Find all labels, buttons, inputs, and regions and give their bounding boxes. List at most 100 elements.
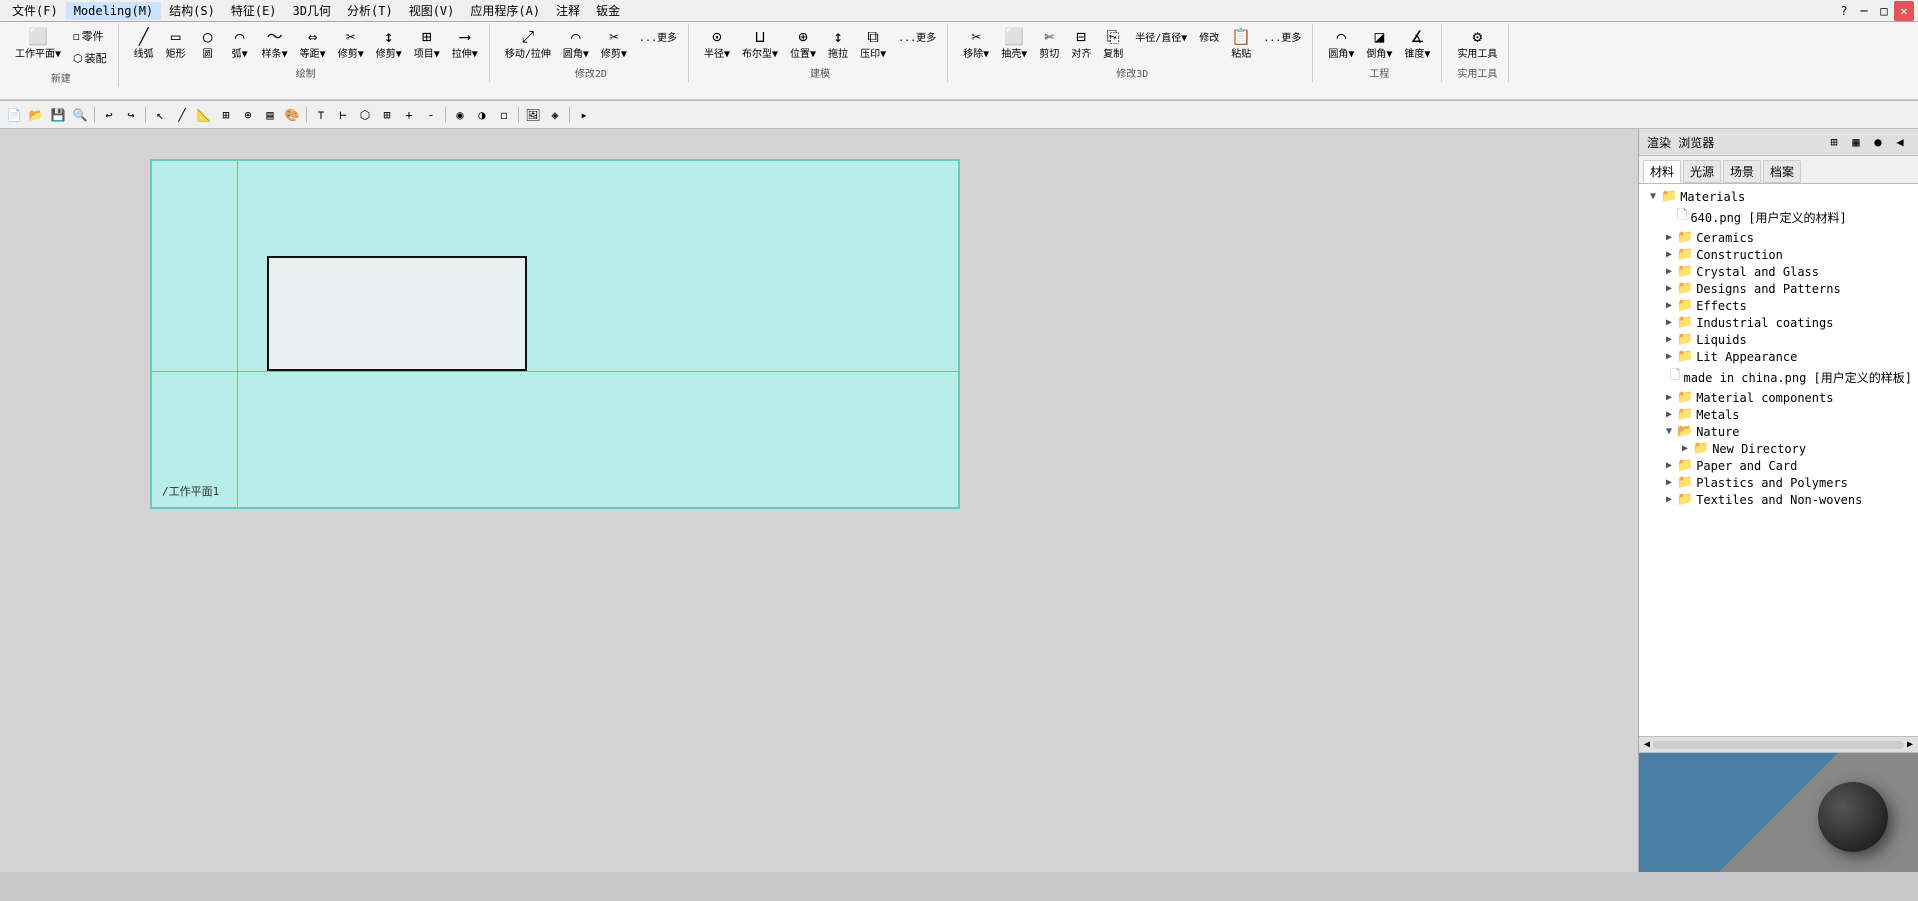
btn-view-front[interactable]: ⊢ [333, 105, 353, 125]
toggle-metals[interactable]: ▶ [1661, 409, 1677, 420]
btn-fillet3d[interactable]: ⌒ 圆角▼ [1323, 26, 1359, 63]
toggle-papercard[interactable]: ▶ [1661, 460, 1677, 471]
btn-radius[interactable]: ⊙ 半径▼ [699, 26, 735, 63]
menu-structure[interactable]: 结构(S) [161, 0, 223, 21]
toggle-ceramics[interactable]: ▶ [1661, 232, 1677, 243]
tree-item-nature[interactable]: ▼ 📂 Nature [1659, 423, 1914, 440]
menu-sheetmetal[interactable]: 钣金 [588, 0, 628, 21]
btn-render[interactable]: 🖼 [523, 105, 543, 125]
tab-scene[interactable]: 场景 [1723, 160, 1761, 183]
tree-item-designs[interactable]: ▶ 📁 Designs and Patterns [1659, 280, 1914, 297]
btn-more2d[interactable]: ...更多 [634, 26, 682, 63]
btn-arc[interactable]: ⌒ 弧▼ [225, 26, 255, 63]
tree-item-ceramics[interactable]: ▶ 📁 Ceramics [1659, 229, 1914, 246]
menu-file[interactable]: 文件(F) [4, 0, 66, 21]
btn-workplane[interactable]: ⬜ 工作平面▼ [10, 26, 66, 68]
btn-utils[interactable]: ⚙ 实用工具 [1452, 26, 1502, 63]
panel-sphere-icon[interactable]: ● [1868, 132, 1888, 152]
btn-chamfer[interactable]: ◪ 倒角▼ [1361, 26, 1397, 63]
tree-item-litappearance[interactable]: ▶ 📁 Lit Appearance [1659, 348, 1914, 365]
btn-assembly[interactable]: ⬡ 装配 [68, 48, 112, 68]
btn-measure[interactable]: 📐 [194, 105, 214, 125]
btn-remove[interactable]: ✂ 移除▼ [958, 26, 994, 63]
menu-app[interactable]: 应用程序(A) [462, 0, 548, 21]
tab-material[interactable]: 材料 [1643, 160, 1681, 183]
toggle-plastics[interactable]: ▶ [1661, 477, 1677, 488]
btn-imprint[interactable]: ⧉ 压印▼ [855, 26, 891, 63]
btn-zoom-fit[interactable]: ⊞ [377, 105, 397, 125]
toggle-litappearance[interactable]: ▶ [1661, 351, 1677, 362]
toggle-construction[interactable]: ▶ [1661, 249, 1677, 260]
tree-item-640png[interactable]: 🗋 640.png [用户定义的材料] [1659, 205, 1914, 229]
tree-item-newdirectory[interactable]: ▶ 📁 New Directory [1675, 440, 1914, 457]
menu-analysis[interactable]: 分析(T) [339, 0, 401, 21]
btn-more3d[interactable]: ...更多 [1258, 26, 1306, 63]
viewport[interactable]: /工作平面1 [0, 129, 1638, 872]
btn-spline[interactable]: 〜 样条▼ [257, 26, 293, 63]
btn-draft[interactable]: ∡ 锥度▼ [1399, 26, 1435, 63]
tree-item-metals[interactable]: ▶ 📁 Metals [1659, 406, 1914, 423]
panel-render-icon[interactable]: ▦ [1846, 132, 1866, 152]
btn-line[interactable]: ╱ [172, 105, 192, 125]
btn-trim2d[interactable]: ✂ 修剪▼ [596, 26, 632, 63]
tree-item-crystal[interactable]: ▶ 📁 Crystal and Glass [1659, 263, 1914, 280]
window-minimize[interactable]: ─ [1854, 1, 1874, 21]
toggle-designs[interactable]: ▶ [1661, 283, 1677, 294]
btn-snap[interactable]: ⊕ [238, 105, 258, 125]
btn-trim1[interactable]: ✂ 修剪▼ [333, 26, 369, 63]
menu-3d[interactable]: 3D几何 [285, 0, 339, 21]
tree-toggle-root[interactable]: ▼ [1645, 191, 1661, 202]
btn-constraint[interactable]: ⊞ [216, 105, 236, 125]
btn-halfradius[interactable]: 半径/直径▼ [1130, 26, 1192, 63]
btn-print-preview[interactable]: 🔍 [70, 105, 90, 125]
btn-paste[interactable]: 📋 粘贴 [1226, 26, 1256, 63]
btn-circle[interactable]: ○ 圆 [193, 26, 223, 63]
tab-light[interactable]: 光源 [1683, 160, 1721, 183]
toggle-crystal[interactable]: ▶ [1661, 266, 1677, 277]
toggle-effects[interactable]: ▶ [1661, 300, 1677, 311]
btn-material[interactable]: ◈ [545, 105, 565, 125]
btn-zoom-out[interactable]: - [421, 105, 441, 125]
btn-layer[interactable]: ▤ [260, 105, 280, 125]
btn-project[interactable]: ⊞ 项目▼ [409, 26, 445, 63]
btn-copy3d[interactable]: ⎘ 复制 [1098, 26, 1128, 63]
panel-grid-icon[interactable]: ⊞ [1824, 132, 1844, 152]
tree-item-plastics[interactable]: ▶ 📁 Plastics and Polymers [1659, 474, 1914, 491]
scroll-left-arrow[interactable]: ◀ [1641, 739, 1653, 750]
btn-boolean[interactable]: ⊔ 布尔型▼ [737, 26, 783, 63]
tab-archive[interactable]: 档案 [1763, 160, 1801, 183]
tree-scrollbar[interactable]: ◀ ▶ [1639, 736, 1918, 752]
scroll-right-arrow[interactable]: ▶ [1904, 739, 1916, 750]
btn-open[interactable]: 📂 [26, 105, 46, 125]
menu-feature[interactable]: 特征(E) [223, 0, 285, 21]
btn-rect[interactable]: ▭ 矩形 [161, 26, 191, 63]
btn-shell[interactable]: ⬜ 抽壳▼ [996, 26, 1032, 63]
btn-new-file[interactable]: 📄 [4, 105, 24, 125]
toggle-textiles[interactable]: ▶ [1661, 494, 1677, 505]
toggle-materialcomponents[interactable]: ▶ [1661, 392, 1677, 403]
btn-undo[interactable]: ↩ [99, 105, 119, 125]
btn-cut[interactable]: ✄ 剪切 [1034, 26, 1064, 63]
tree-item-materials-root[interactable]: ▼ 📁 Materials [1643, 188, 1914, 205]
sketch-rectangle[interactable] [267, 256, 527, 371]
btn-linearc[interactable]: ╱ 线弧 [129, 26, 159, 63]
window-close[interactable]: ✕ [1894, 1, 1914, 21]
tree-item-materialcomponents[interactable]: ▶ 📁 Material components [1659, 389, 1914, 406]
btn-position[interactable]: ⊕ 位置▼ [785, 26, 821, 63]
menu-modeling[interactable]: Modeling(M) [66, 2, 161, 20]
tree-item-effects[interactable]: ▶ 📁 Effects [1659, 297, 1914, 314]
btn-zoom-in[interactable]: + [399, 105, 419, 125]
btn-redo[interactable]: ↪ [121, 105, 141, 125]
toggle-newdir[interactable]: ▶ [1677, 443, 1693, 454]
tree-item-industrial[interactable]: ▶ 📁 Industrial coatings [1659, 314, 1914, 331]
btn-modify3d[interactable]: 修改 [1194, 26, 1224, 63]
btn-select[interactable]: ↖ [150, 105, 170, 125]
menu-view[interactable]: 视图(V) [401, 0, 463, 21]
btn-more-tools[interactable]: ▸ [574, 105, 594, 125]
btn-drag[interactable]: ↕ 拖拉 [823, 26, 853, 63]
btn-view-iso[interactable]: ⬡ [355, 105, 375, 125]
btn-more-model[interactable]: ...更多 [893, 26, 941, 63]
btn-save[interactable]: 💾 [48, 105, 68, 125]
material-tree[interactable]: ▼ 📁 Materials 🗋 640.png [用户定义的材料] ▶ 📁 Ce… [1639, 184, 1918, 736]
toggle-liquids[interactable]: ▶ [1661, 334, 1677, 345]
